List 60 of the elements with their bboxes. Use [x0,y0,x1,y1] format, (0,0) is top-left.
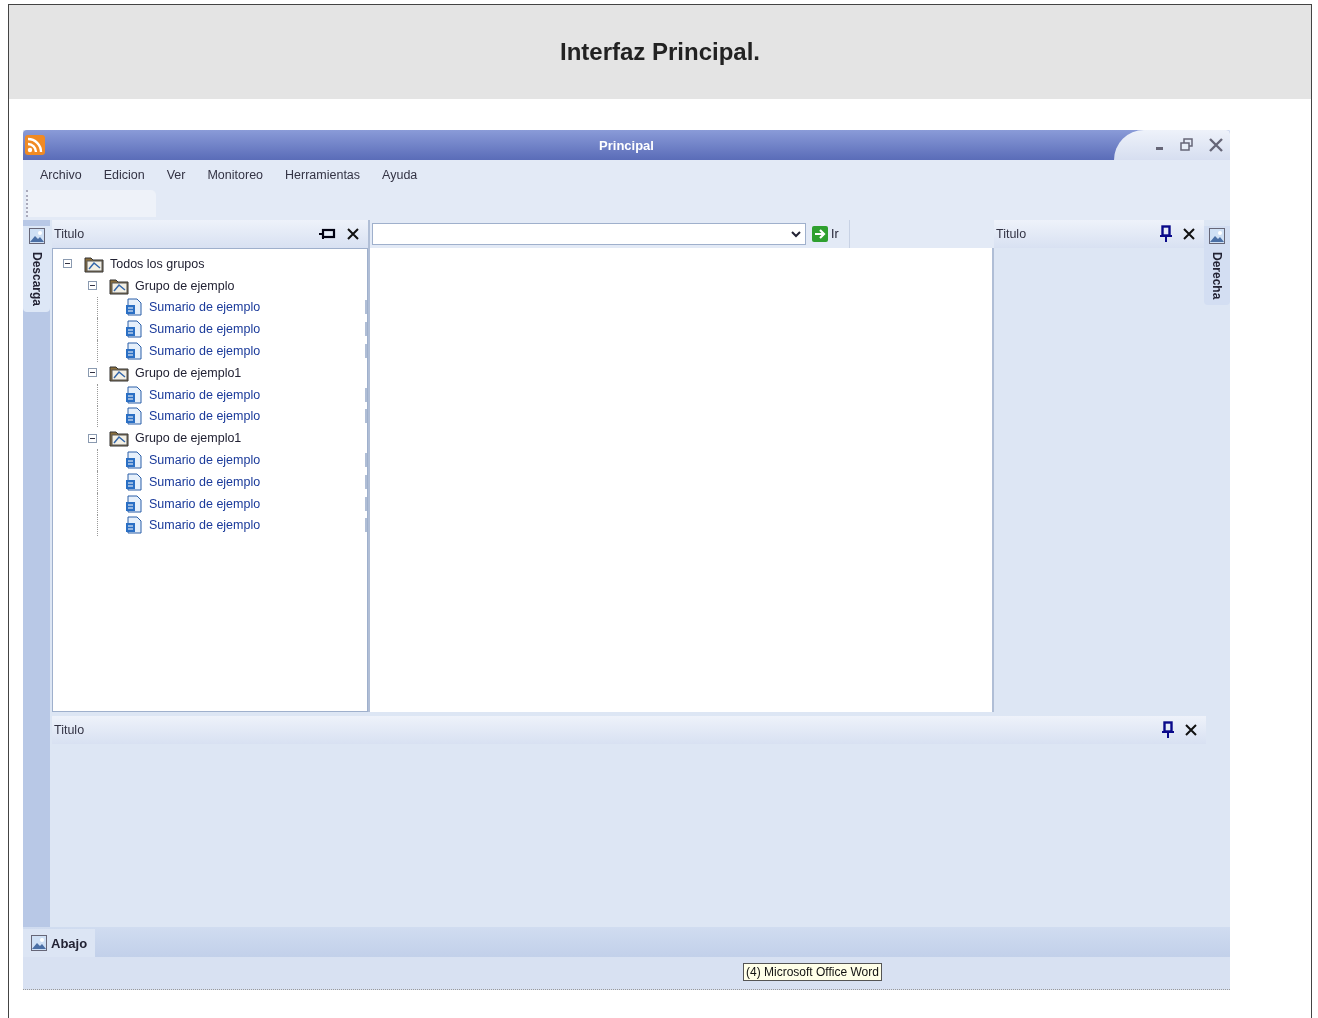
side-tab[interactable]: Derecha [1204,226,1230,306]
tree-item[interactable]: Sumario de ejemplo [149,496,367,511]
folder-icon [84,254,104,273]
dropdown-icon[interactable] [790,229,802,239]
tree-item[interactable]: Sumario de ejemplo [149,409,367,424]
tree-item[interactable]: Sumario de ejemplo [149,322,367,337]
tree-item[interactable]: Sumario de ejemplo [149,474,367,489]
side-tab[interactable]: Descarga [23,226,50,313]
panel-title: Titulo [54,723,86,737]
close-icon[interactable] [1184,723,1198,737]
arrow-icon [812,226,828,242]
document-icon [125,494,143,513]
panel-title: Titulo [996,227,1028,241]
picture-icon [31,935,47,951]
document-icon [125,516,143,535]
menu-item[interactable]: Herramientas [278,168,368,182]
document-icon [125,472,143,491]
document-icon [125,407,143,426]
folder-icon [109,276,129,295]
folder-icon [109,429,129,448]
tree-item[interactable]: Grupo de ejemplo1 [135,431,242,446]
menu-item[interactable]: Edicion [96,168,152,182]
folder-icon [109,363,129,382]
tree-item[interactable]: Sumario de ejemplo [149,344,367,359]
tree-item[interactable]: Sumario de ejemplo [149,300,367,315]
picture-icon [1209,228,1225,244]
document-icon [125,385,143,404]
tooltip: (4) Microsoft Office Word [743,963,882,981]
expander-box[interactable] [88,368,97,378]
go-button[interactable]: Ir [810,220,850,248]
tree-item[interactable]: Sumario de ejemplo [149,387,367,402]
tree-item[interactable]: Sumario de ejemplo [149,453,367,468]
document-icon [125,298,143,317]
panel-title: Titulo [54,227,86,241]
document-icon [125,451,143,470]
page-title: Interfaz Principal. [559,38,761,66]
bottom-tab[interactable]: Abajo [23,929,96,957]
pin-icon[interactable] [1162,721,1174,739]
pin-icon[interactable] [318,228,336,240]
close-icon[interactable] [346,227,360,241]
pin-icon[interactable] [1160,225,1172,243]
tree-item[interactable]: Todos los grupos [110,256,205,271]
window-title: Principal [599,137,654,153]
menu-item[interactable]: Archivo [33,168,89,182]
menu-item[interactable]: Monitoreo [200,168,271,182]
tree-item[interactable]: Grupo de ejemplo1 [135,365,242,380]
document-icon [125,342,143,361]
menu-item[interactable]: Ayuda [375,168,425,182]
menu-item[interactable]: Ver [159,168,193,182]
expander-box[interactable] [88,433,97,443]
tree-item[interactable]: Sumario de ejemplo [149,518,367,533]
expander-box[interactable] [88,281,97,291]
tree-item[interactable]: Grupo de ejemplo [135,278,235,293]
close-icon[interactable] [1182,227,1196,241]
expander-box[interactable] [63,259,72,269]
address-field[interactable] [372,223,806,245]
picture-icon [28,228,45,244]
restore-icon[interactable] [1180,138,1194,152]
rss-icon [25,135,45,155]
document-icon [125,320,143,339]
